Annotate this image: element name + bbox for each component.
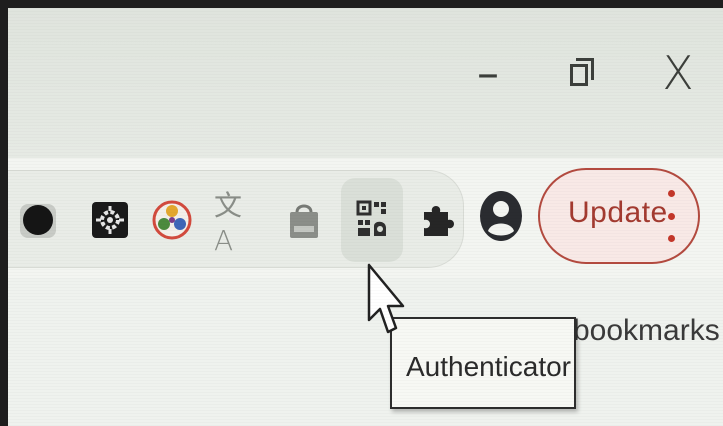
close-button[interactable]: X (648, 38, 708, 108)
bookmarks-label[interactable]: bookmarks (573, 314, 720, 348)
restore-button[interactable] (553, 38, 613, 108)
tooltip: Authenticator (390, 317, 576, 409)
extensions-menu-button[interactable] (416, 198, 460, 242)
dark-circle-icon (20, 204, 56, 238)
gear-extension[interactable] (88, 198, 132, 242)
tooltip-text: Authenticator (406, 351, 571, 382)
mouse-cursor-icon (367, 263, 405, 334)
minimize-button[interactable]: – (458, 38, 518, 108)
title-bar: – X (8, 8, 723, 158)
qr-code-icon (356, 200, 386, 236)
translate-icon: 文A (214, 188, 243, 257)
close-icon: X (662, 46, 694, 100)
profile-icon (480, 191, 522, 241)
shopping-bag-extension[interactable] (282, 198, 326, 242)
profile-button[interactable] (476, 188, 526, 244)
shopping-bag-icon (290, 204, 318, 238)
update-button[interactable]: Update (538, 168, 700, 264)
restore-icon (570, 58, 596, 88)
puzzle-icon (424, 206, 454, 236)
toolbar: 文A Update (8, 158, 723, 278)
browser-window: – X 文A Update bookmarks Authenticator (8, 8, 723, 426)
authenticator-extension[interactable] (350, 198, 394, 242)
translate-extension[interactable]: 文A (214, 189, 258, 257)
kebab-menu-icon[interactable] (666, 190, 676, 242)
color-wheel-icon (152, 200, 192, 240)
gear-icon (92, 202, 128, 238)
dark-circle-extension[interactable] (16, 198, 60, 242)
minimize-icon: – (477, 47, 499, 99)
color-wheel-extension[interactable] (150, 198, 194, 242)
update-button-label: Update (568, 196, 668, 229)
